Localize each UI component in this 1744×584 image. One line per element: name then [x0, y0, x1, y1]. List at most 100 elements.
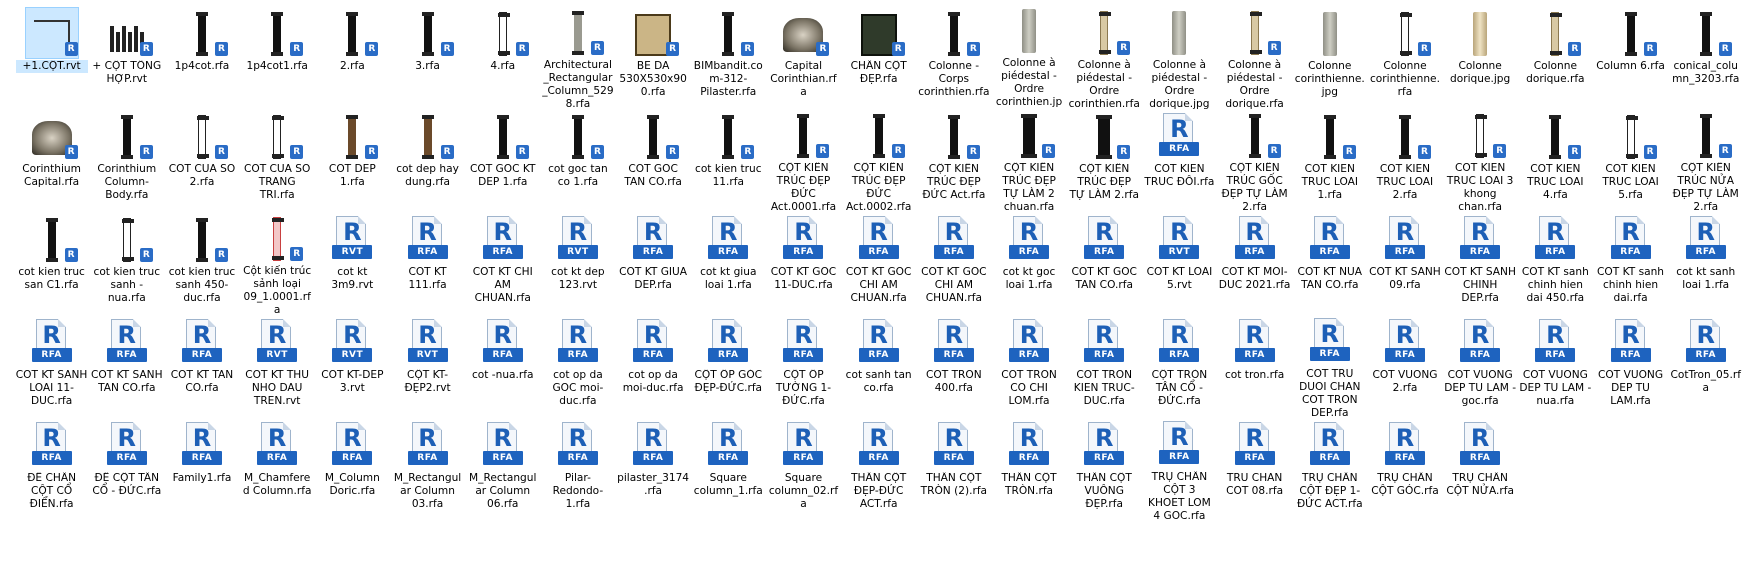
file-item[interactable]: R CỘT KIẾN TRÚC ĐẸP ĐỨC Act.0002.rfa [841, 109, 916, 212]
file-item[interactable]: R RVT COT KT-DEP 3.rvt [315, 315, 390, 418]
file-item[interactable]: R RFA COT KT GOC CHI AM CHUAN.rfa [841, 212, 916, 315]
file-item[interactable]: R RFA TRỤ CHÂN CỘT GÓC.rfa [1367, 418, 1442, 521]
file-item[interactable]: R RFA COT TRON KIEN TRUC-DUC.rfa [1067, 315, 1142, 418]
file-item[interactable]: R COT GOC KT DEP 1.rfa [465, 109, 540, 212]
file-item[interactable]: R CỘT KIẾN TRÚC ĐẸP ĐỨC Act.rfa [916, 109, 991, 212]
file-item[interactable]: R RFA COT VUONG 2.rfa [1367, 315, 1442, 418]
file-item[interactable]: R RFA M_Rectangular Column 03.rfa [390, 418, 465, 521]
file-item[interactable]: R RFA COT VUONG DEP TU LAM - nua.rfa [1518, 315, 1593, 418]
file-item[interactable]: Rcot goc tan co 1.rfa [540, 109, 615, 212]
file-item[interactable]: R RFA COT VUONG DEP TU LAM - goc.rfa [1443, 315, 1518, 418]
file-item[interactable]: R RFA TRỤ CHÂN CỘT 3 KHOET LOM 4 GOC.rfa [1142, 418, 1217, 521]
file-item[interactable]: R COT GOC TAN CO.rfa [616, 109, 691, 212]
file-item[interactable]: R RFA CỘT ỐP GÓC ĐẸP-ĐỨC.rfa [691, 315, 766, 418]
file-item[interactable]: Rconical_column_3203.rfa [1668, 6, 1743, 109]
file-item[interactable]: R RFA COT KT SANH TAN CO.rfa [89, 315, 164, 418]
file-item[interactable]: R RVT COT KT LOAI 5.rvt [1142, 212, 1217, 315]
file-item[interactable]: Colonne à piédestal - Ordre corinthien.j… [991, 6, 1066, 109]
file-item[interactable]: R RFA ĐẾ CỘT TÂN CỔ - ĐỨC.rfa [89, 418, 164, 521]
file-item[interactable]: R RFA THÂN CỘT TRÒN.rfa [991, 418, 1066, 521]
file-item[interactable]: Colonne dorique.jpg [1443, 6, 1518, 109]
file-item[interactable]: R RVT cot kt 3m9.rvt [315, 212, 390, 315]
file-item[interactable]: R +1.CỘT.rvt [14, 6, 89, 109]
file-item[interactable]: R RFA CotTron_05.rfa [1668, 315, 1743, 418]
file-item[interactable]: R Cột kiến trúc sảnh loại 09_1.0001.rfa [240, 212, 315, 315]
file-item[interactable]: R RFA Square column_02.rfa [766, 418, 841, 521]
file-item[interactable]: R RFA COT KT sanh chinh hien dai 450.rfa [1518, 212, 1593, 315]
file-item[interactable]: R CỘT KIẾN TRÚC NỬA ĐẸP TỰ LÀM 2.rfa [1668, 109, 1743, 212]
file-item[interactable]: R Colonne à piédestal - Ordre corinthien.… [1067, 6, 1142, 109]
file-item[interactable]: R RFA Family1.rfa [164, 418, 239, 521]
file-item[interactable]: R RFA COT KT TAN CO.rfa [164, 315, 239, 418]
file-item[interactable]: Rcot kien truc san C1.rfa [14, 212, 89, 315]
file-item[interactable]: Colonne à piédestal - Ordre dorique.jpg [1142, 6, 1217, 109]
file-item[interactable]: R RFA COT KT GIUA DEP.rfa [616, 212, 691, 315]
file-item[interactable]: R 4.rfa [465, 6, 540, 109]
file-item[interactable]: R RFA cot -nua.rfa [465, 315, 540, 418]
file-item[interactable]: R RFA cot op da moi-duc.rfa [616, 315, 691, 418]
file-item[interactable]: R Colonne dorique.rfa [1518, 6, 1593, 109]
file-item[interactable]: R RFA M_Rectangular Column 06.rfa [465, 418, 540, 521]
file-item[interactable]: R COT CUA SO TRANG TRI.rfa [240, 109, 315, 212]
file-item[interactable]: R COT KIEN TRUC LOAI 4.rfa [1518, 109, 1593, 212]
file-item[interactable]: R RFA ĐẾ CHÂN CỘT CỔ ĐIỂN.rfa [14, 418, 89, 521]
file-item[interactable]: R CỘT KIẾN TRÚC ĐẸP TỰ LÀM 2.rfa [1067, 109, 1142, 212]
file-item[interactable]: R Corinthium Column-Body.rfa [89, 109, 164, 212]
file-item[interactable]: R RFA TRỤ CHÂN CỘT NỬA.rfa [1443, 418, 1518, 521]
file-item[interactable]: Rcot kien truc 11.rfa [691, 109, 766, 212]
file-item[interactable]: R 1p4cot.rfa [164, 6, 239, 109]
file-item[interactable]: R RFA COT KT SANH CHINH DEP.rfa [1443, 212, 1518, 315]
file-item[interactable]: R RFA CỘT ỐP TƯỜNG 1-ĐỨC.rfa [766, 315, 841, 418]
file-item[interactable]: R 2.rfa [315, 6, 390, 109]
file-item[interactable]: Rcot dep hay dung.rfa [390, 109, 465, 212]
file-item[interactable]: R 1p4cot1.rfa [240, 6, 315, 109]
file-item[interactable]: R COT KIEN TRUC LOAI 3 khong chan.rfa [1443, 109, 1518, 212]
file-item[interactable]: R RFA COT TRON 400.rfa [916, 315, 991, 418]
file-item[interactable]: R RFA CỘT TRÒN TÂN CỔ - ĐỨC.rfa [1142, 315, 1217, 418]
file-item[interactable]: R BIMbandit.com-312-Pilaster.rfa [691, 6, 766, 109]
file-item[interactable]: R Architectural_Rectangular_Column_5298.r… [540, 6, 615, 109]
file-item[interactable]: R Column 6.rfa [1593, 6, 1668, 109]
file-item[interactable]: R Colonne - Corps corinthien.rfa [916, 6, 991, 109]
file-item[interactable]: R RFA COT KT NUA TAN CO.rfa [1292, 212, 1367, 315]
file-item[interactable]: R RFA COT TRU DUOI CHAN COT TRON DEP.rfa [1292, 315, 1367, 418]
file-item[interactable]: R + CỘT TỔNG HỢP.rvt [89, 6, 164, 109]
file-item[interactable]: R COT KIEN TRUC LOAI 2.rfa [1367, 109, 1442, 212]
file-item[interactable]: R RFA COT TRON CO CHI LOM.rfa [991, 315, 1066, 418]
file-item[interactable]: R RFA cot sanh tan co.rfa [841, 315, 916, 418]
file-item[interactable]: Colonne corinthienne.jpg [1292, 6, 1367, 109]
file-item[interactable]: R RFA cot kt sanh loai 1.rfa [1668, 212, 1743, 315]
file-item[interactable]: R RVT CỘT KT-ĐẸP2.rvt [390, 315, 465, 418]
file-item[interactable]: Rcot kien truc sanh 450-duc.rfa [164, 212, 239, 315]
file-item[interactable]: R COT DEP 1.rfa [315, 109, 390, 212]
file-item[interactable]: R RFA TRU CHAN COT 08.rfa [1217, 418, 1292, 521]
file-item[interactable]: R RFA COT VUONG DEP TU LAM.rfa [1593, 315, 1668, 418]
file-item[interactable]: Rcot kien truc sanh - nua.rfa [89, 212, 164, 315]
file-item[interactable]: R RFA COT KT 111.rfa [390, 212, 465, 315]
file-item[interactable]: R CỘT KIẾN TRÚC ĐẸP TỰ LÀM 2 chuan.rfa [991, 109, 1066, 212]
file-item[interactable]: R Capital Corinthian.rfa [766, 6, 841, 109]
file-item[interactable]: R COT CUA SO 2.rfa [164, 109, 239, 212]
file-item[interactable]: R RFA COT KT SANH LOAI 11-DUC.rfa [14, 315, 89, 418]
file-item[interactable]: R COT KIEN TRUC LOAI 1.rfa [1292, 109, 1367, 212]
file-item[interactable]: R RFA pilaster_3174.rfa [616, 418, 691, 521]
file-item[interactable]: R RFA COT KIEN TRUC ĐÔI.rfa [1142, 109, 1217, 212]
file-item[interactable]: R RFA COT KT CHI AM CHUAN.rfa [465, 212, 540, 315]
file-item[interactable]: R RVT COT KT THU NHO DAU TREN.rvt [240, 315, 315, 418]
file-item[interactable]: R COT KIEN TRUC LOAI 5.rfa [1593, 109, 1668, 212]
file-item[interactable]: R RVT cot kt dep 123.rvt [540, 212, 615, 315]
file-item[interactable]: R Colonne à piédestal - Ordre dorique.rfa [1217, 6, 1292, 109]
file-item[interactable]: R RFA cot tron.rfa [1217, 315, 1292, 418]
file-item[interactable]: R RFA cot op da GOC moi-duc.rfa [540, 315, 615, 418]
file-item[interactable]: R CỘT KIẾN TRÚC ĐẸP ĐỨC Act.0001.rfa [766, 109, 841, 212]
file-item[interactable]: R RFA cot kt giua loai 1.rfa [691, 212, 766, 315]
file-item[interactable]: R RFA cot kt goc loai 1.rfa [991, 212, 1066, 315]
file-item[interactable]: R RFA THÂN CỘT ĐẸP-ĐỨC ACT.rfa [841, 418, 916, 521]
file-item[interactable]: R CHÂN CỘT ĐẸP.rfa [841, 6, 916, 109]
file-item[interactable]: R RFA COT KT sanh chinh hien dai.rfa [1593, 212, 1668, 315]
file-item[interactable]: R RFA COT KT SANH 09.rfa [1367, 212, 1442, 315]
file-item[interactable]: R RFA M_Column Doric.rfa [315, 418, 390, 521]
file-item[interactable]: R RFA COT KT GOC 11-DUC.rfa [766, 212, 841, 315]
file-item[interactable]: R Colonne corinthienne.rfa [1367, 6, 1442, 109]
file-item[interactable]: R RFA COT KT GOC TAN CO.rfa [1067, 212, 1142, 315]
